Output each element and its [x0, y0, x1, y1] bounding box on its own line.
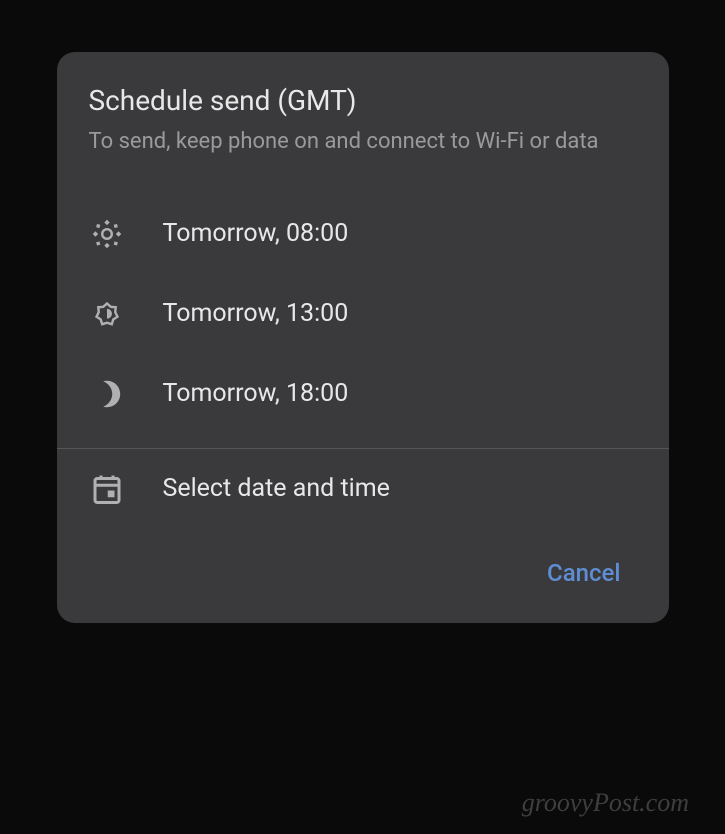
dialog-header: Schedule send (GMT) To send, keep phone …	[57, 52, 669, 182]
dialog-title: Schedule send (GMT)	[89, 84, 637, 117]
schedule-send-dialog: Schedule send (GMT) To send, keep phone …	[57, 52, 669, 623]
sun-bright-icon	[89, 216, 125, 252]
dialog-subtitle: To send, keep phone on and connect to Wi…	[89, 127, 637, 158]
calendar-icon	[89, 471, 125, 507]
schedule-option-afternoon[interactable]: Tomorrow, 13:00	[57, 274, 669, 354]
cancel-button[interactable]: Cancel	[535, 551, 632, 595]
schedule-options-list: Tomorrow, 08:00 Tomorrow, 13:00 Tomorrow…	[57, 182, 669, 529]
schedule-option-label: Tomorrow, 13:00	[163, 299, 349, 328]
watermark: groovyPost.com	[522, 788, 689, 818]
moon-icon	[89, 376, 125, 412]
sun-dim-icon	[89, 296, 125, 332]
select-custom-date-time[interactable]: Select date and time	[57, 449, 669, 529]
schedule-option-label: Tomorrow, 08:00	[163, 219, 349, 248]
custom-option-label: Select date and time	[163, 474, 390, 503]
schedule-option-label: Tomorrow, 18:00	[163, 379, 349, 408]
dialog-actions: Cancel	[57, 529, 669, 623]
schedule-option-evening[interactable]: Tomorrow, 18:00	[57, 354, 669, 434]
schedule-option-morning[interactable]: Tomorrow, 08:00	[57, 194, 669, 274]
